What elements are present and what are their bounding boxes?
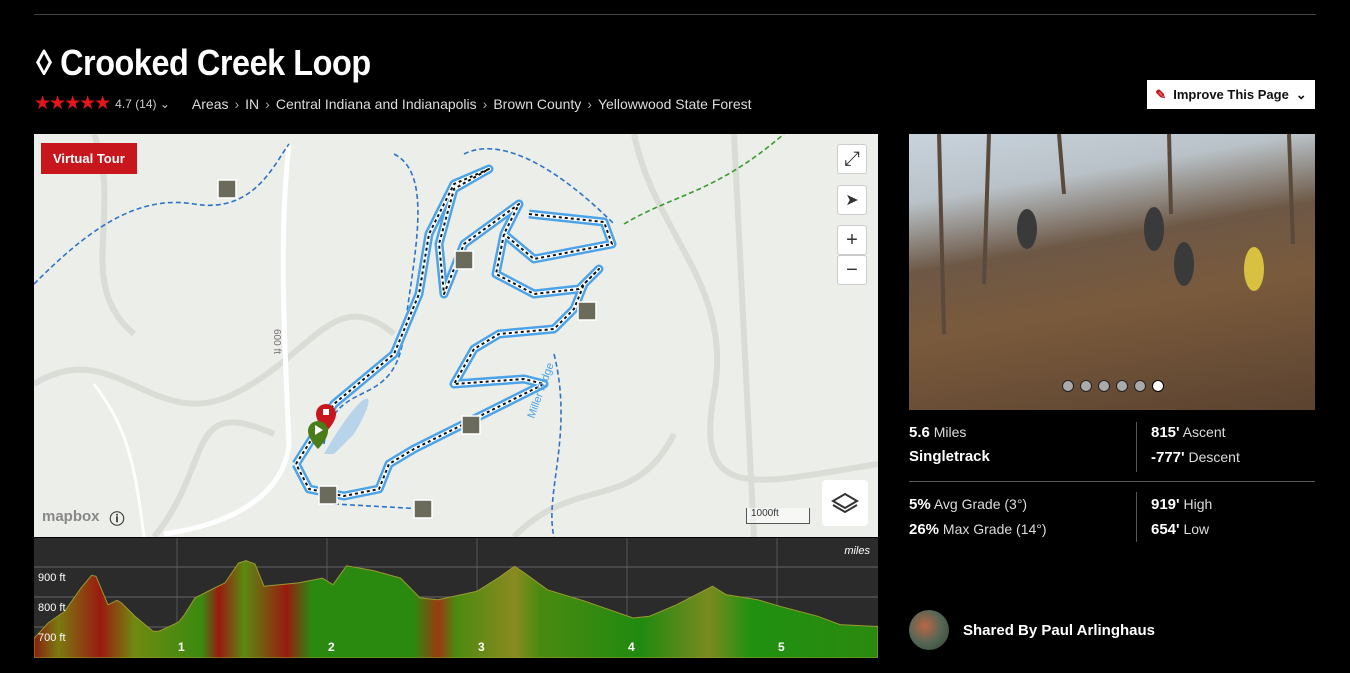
breadcrumb-link[interactable]: Brown County [493, 96, 581, 112]
trail-map[interactable]: 600 ft Miller Ridge Virtual Tour ⤢ ➤ + −… [34, 134, 878, 537]
carousel-dot[interactable] [1098, 380, 1110, 392]
photo-marker-icon[interactable] [454, 250, 474, 270]
x-tick-label: 3 [478, 640, 485, 654]
star-rating-icon[interactable]: ★★★★★ [34, 92, 111, 115]
map-scale: 1000ft [746, 508, 810, 524]
x-tick-label: 4 [628, 640, 635, 654]
breadcrumb-link[interactable]: Central Indiana and Indianapolis [276, 96, 477, 112]
x-tick-label: 5 [778, 640, 785, 654]
stat-descent: -777' Descent [1151, 449, 1240, 466]
breadcrumb-link[interactable]: Yellowwood State Forest [598, 96, 752, 112]
breadcrumb-link[interactable]: IN [245, 96, 259, 112]
fullscreen-icon[interactable]: ⤢ [837, 144, 867, 174]
stat-avg-grade: 5% Avg Grade (3°) [909, 496, 1028, 513]
chevron-right-icon: › [265, 95, 270, 112]
stat-type: Singletrack [909, 448, 990, 465]
carousel-dot-active[interactable] [1152, 380, 1164, 392]
chevron-right-icon: › [587, 95, 592, 112]
divider [34, 14, 1316, 15]
subheader: ★★★★★ 4.7 (14) ⌄ Areas › IN › Central Indi… [34, 92, 758, 115]
y-tick-label: 900 ft [38, 572, 66, 584]
photo-marker-icon[interactable] [217, 179, 237, 199]
locate-icon[interactable]: ➤ [837, 185, 867, 215]
chevron-right-icon: › [482, 95, 488, 112]
virtual-tour-button[interactable]: Virtual Tour [41, 143, 137, 174]
x-tick-label: 1 [178, 640, 185, 654]
carousel-dot[interactable] [1116, 380, 1128, 392]
rating-count[interactable]: 4.7 (14) ⌄ [115, 97, 170, 111]
x-tick-label: 2 [328, 640, 335, 654]
photo-marker-icon[interactable] [577, 301, 597, 321]
trail-photo [937, 134, 1295, 335]
y-tick-label: 800 ft [38, 602, 66, 614]
photo-marker-icon[interactable] [413, 499, 433, 519]
layers-icon[interactable] [822, 480, 868, 526]
zoom-out-button[interactable]: − [837, 255, 867, 285]
elevation-profile[interactable]: 900 ft 800 ft 700 ft 1 2 3 4 5 miles [31, 538, 879, 659]
info-icon[interactable]: ⓘ [110, 508, 125, 529]
page-title: ◊ Crooked Creek Loop [36, 42, 371, 83]
road-label: 600 ft [271, 329, 282, 354]
divider [909, 481, 1315, 482]
stat-distance: 5.6 Miles [909, 424, 967, 441]
divider [1136, 422, 1137, 472]
zoom-in-button[interactable]: + [837, 225, 867, 255]
breadcrumb: Areas › IN › Central Indiana and Indianapo… [192, 96, 758, 112]
shared-by[interactable]: Shared By Paul Arlinghaus [909, 610, 1155, 650]
edit-icon: ✎ [1155, 86, 1167, 102]
carousel-dots [1062, 380, 1164, 392]
x-unit-label: miles [844, 545, 870, 557]
divider [1136, 492, 1137, 542]
carousel-dot[interactable] [1134, 380, 1146, 392]
map-canvas[interactable]: 600 ft Miller Ridge [34, 134, 878, 537]
stat-ascent: 815' Ascent [1151, 424, 1226, 441]
y-tick-label: 700 ft [38, 632, 66, 644]
chevron-down-icon: ⌄ [1295, 86, 1307, 102]
stat-max-grade: 26% Max Grade (14°) [909, 521, 1047, 538]
trail-photo-carousel[interactable] [909, 134, 1315, 410]
chevron-right-icon: › [234, 95, 240, 112]
mapbox-logo[interactable]: mapbox ⓘ [42, 508, 125, 529]
carousel-dot[interactable] [1080, 380, 1092, 392]
elevation-area[interactable] [31, 560, 879, 659]
improve-page-button[interactable]: ✎ Improve This Page ⌄ [1147, 80, 1315, 109]
photo-marker-icon[interactable] [318, 485, 338, 505]
stat-low: 654' Low [1151, 521, 1210, 538]
carousel-dot[interactable] [1062, 380, 1074, 392]
avatar[interactable] [909, 610, 949, 650]
breadcrumb-link[interactable]: Areas [192, 96, 229, 112]
stat-high: 919' High [1151, 496, 1213, 513]
photo-marker-icon[interactable] [461, 415, 481, 435]
